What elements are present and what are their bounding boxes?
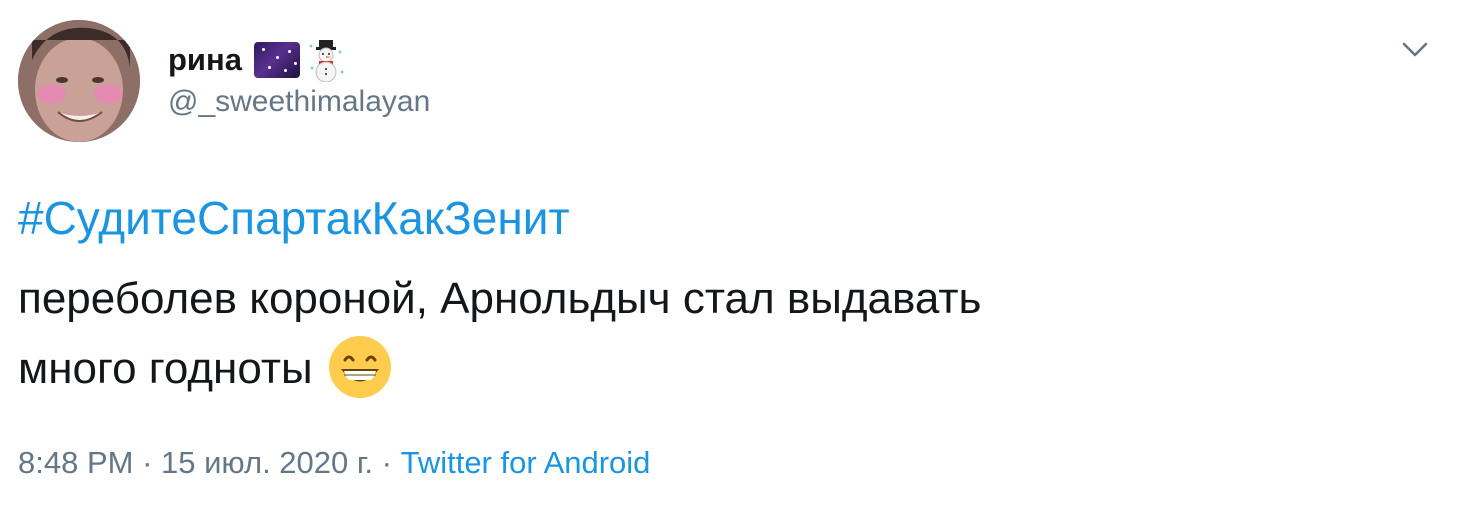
snowman-icon — [306, 38, 346, 82]
tweet-source-link[interactable]: Twitter for Android — [401, 445, 651, 480]
tweet-meta: 8:48 PM · 15 июл. 2020 г. · Twitter for … — [18, 443, 650, 483]
user-handle[interactable]: @_sweethimalayan — [168, 84, 430, 120]
tweet-date[interactable]: 15 июл. 2020 г. — [161, 445, 373, 480]
tweet-time[interactable]: 8:48 PM — [18, 445, 133, 480]
display-name[interactable]: рина — [168, 42, 242, 78]
avatar-image — [18, 20, 140, 142]
chevron-down-icon[interactable] — [1396, 34, 1434, 66]
hashtag-link[interactable]: #СудитеСпартакКакЗенит — [18, 190, 570, 246]
tweet-text-line-2-wrap: много годноты — [18, 334, 1438, 404]
tweet-card: рина @_sweethimalayan #СудитеСпартакКакЗ… — [0, 0, 1460, 518]
tweet-text-line-2: много годноты — [18, 344, 313, 393]
galaxy-icon — [253, 42, 300, 78]
meta-separator: · — [373, 445, 401, 480]
tweet-text-line-1: переболев короной, Арнольдыч стал выдава… — [18, 274, 982, 323]
grinning-face-icon — [327, 334, 393, 400]
display-name-row[interactable]: рина — [168, 38, 346, 82]
meta-separator: · — [133, 445, 162, 480]
tweet-text: переболев короной, Арнольдыч стал выдава… — [18, 264, 1438, 404]
avatar[interactable] — [18, 20, 140, 142]
